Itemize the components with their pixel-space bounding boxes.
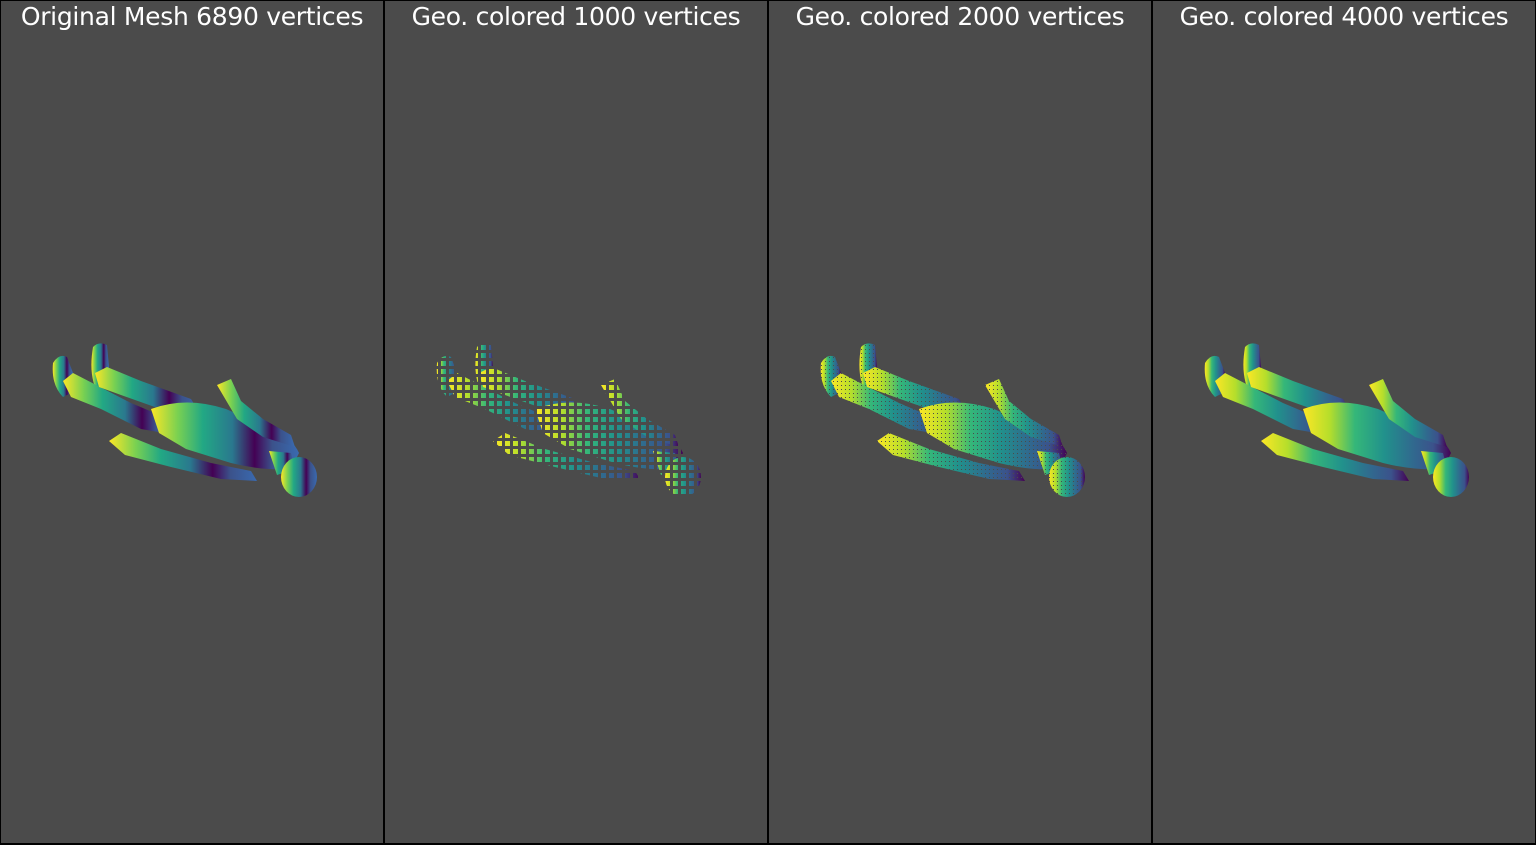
mesh-render-original[interactable]: [1, 1, 383, 843]
panel-geo-2000[interactable]: Geo. colored 2000 vertices: [769, 1, 1151, 843]
point-cloud-render-1000[interactable]: [385, 1, 767, 843]
panel-title: Geo. colored 4000 vertices: [1179, 2, 1509, 31]
point-cloud-render-2000[interactable]: [769, 1, 1151, 843]
panel-geo-1000[interactable]: Geo. colored 1000 vertices: [385, 1, 767, 843]
panel-title: Geo. colored 1000 vertices: [411, 2, 741, 31]
panel-original-mesh[interactable]: Original Mesh 6890 vertices: [1, 1, 383, 843]
panel-title: Original Mesh 6890 vertices: [20, 2, 364, 31]
panel-geo-4000[interactable]: Geo. colored 4000 vertices: [1153, 1, 1535, 843]
point-cloud-render-4000[interactable]: [1153, 1, 1535, 843]
panel-title: Geo. colored 2000 vertices: [795, 2, 1125, 31]
mesh-viewer: Original Mesh 6890 vertices Geo. colored…: [0, 0, 1536, 845]
